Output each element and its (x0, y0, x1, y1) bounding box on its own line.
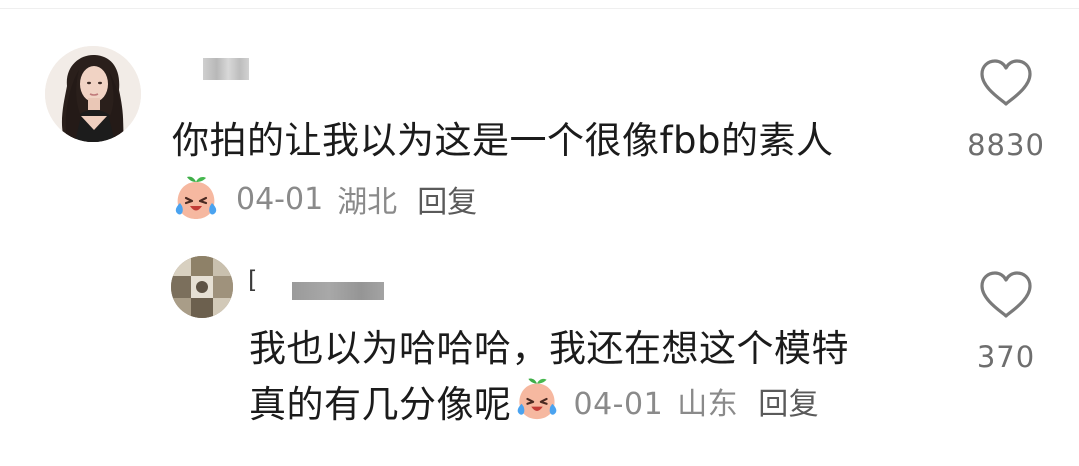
like-button[interactable]: 8830 (967, 58, 1045, 162)
comment-location: 湖北 (337, 185, 398, 220)
reply-text-line2-row: 真的有几分像呢 04-01 山东 回复 (249, 375, 939, 435)
reply-reply-button[interactable]: 回复 (758, 379, 819, 431)
reply-like-count: 370 (976, 340, 1036, 374)
reply-date: 04-01 (573, 387, 664, 422)
reply-username-redacted[interactable] (292, 282, 384, 300)
reply-button[interactable]: 回复 (417, 177, 477, 221)
crying-laughing-emoji-icon (172, 173, 220, 225)
username-redacted[interactable] (203, 58, 249, 80)
woman-portrait-avatar (45, 46, 141, 142)
crying-laughing-emoji-icon (514, 375, 560, 435)
comment-date: 04-01 (236, 181, 324, 217)
comment-text: 你拍的让我以为这是一个很像fbb的素人 (172, 119, 834, 162)
reply-username-mark: [ (248, 266, 258, 294)
heart-icon (980, 59, 1032, 106)
comment-thread: 你拍的让我以为这是一个很像fbb的素人 04-01 湖北 回复 8830 [我… (0, 0, 1079, 466)
heart-icon (980, 271, 1032, 318)
commenter-avatar[interactable] (45, 46, 141, 142)
top-divider (0, 8, 1079, 9)
reply-like-button[interactable]: 370 (966, 270, 1046, 374)
reply-location: 山东 (677, 387, 739, 422)
reply-text-line1: 我也以为哈哈哈，我还在想这个模特 (249, 327, 849, 370)
like-count: 8830 (967, 128, 1045, 162)
reply-text-line2: 真的有几分像呢 (249, 383, 512, 426)
comment-meta: 04-01 湖北 回复 (172, 175, 477, 223)
reply-avatar[interactable] (171, 256, 233, 318)
reply-text-block: 我也以为哈哈哈，我还在想这个模特 真的有几分像呢 04-01 山东 回复 (249, 323, 939, 435)
collage-photo-avatar (171, 256, 233, 318)
